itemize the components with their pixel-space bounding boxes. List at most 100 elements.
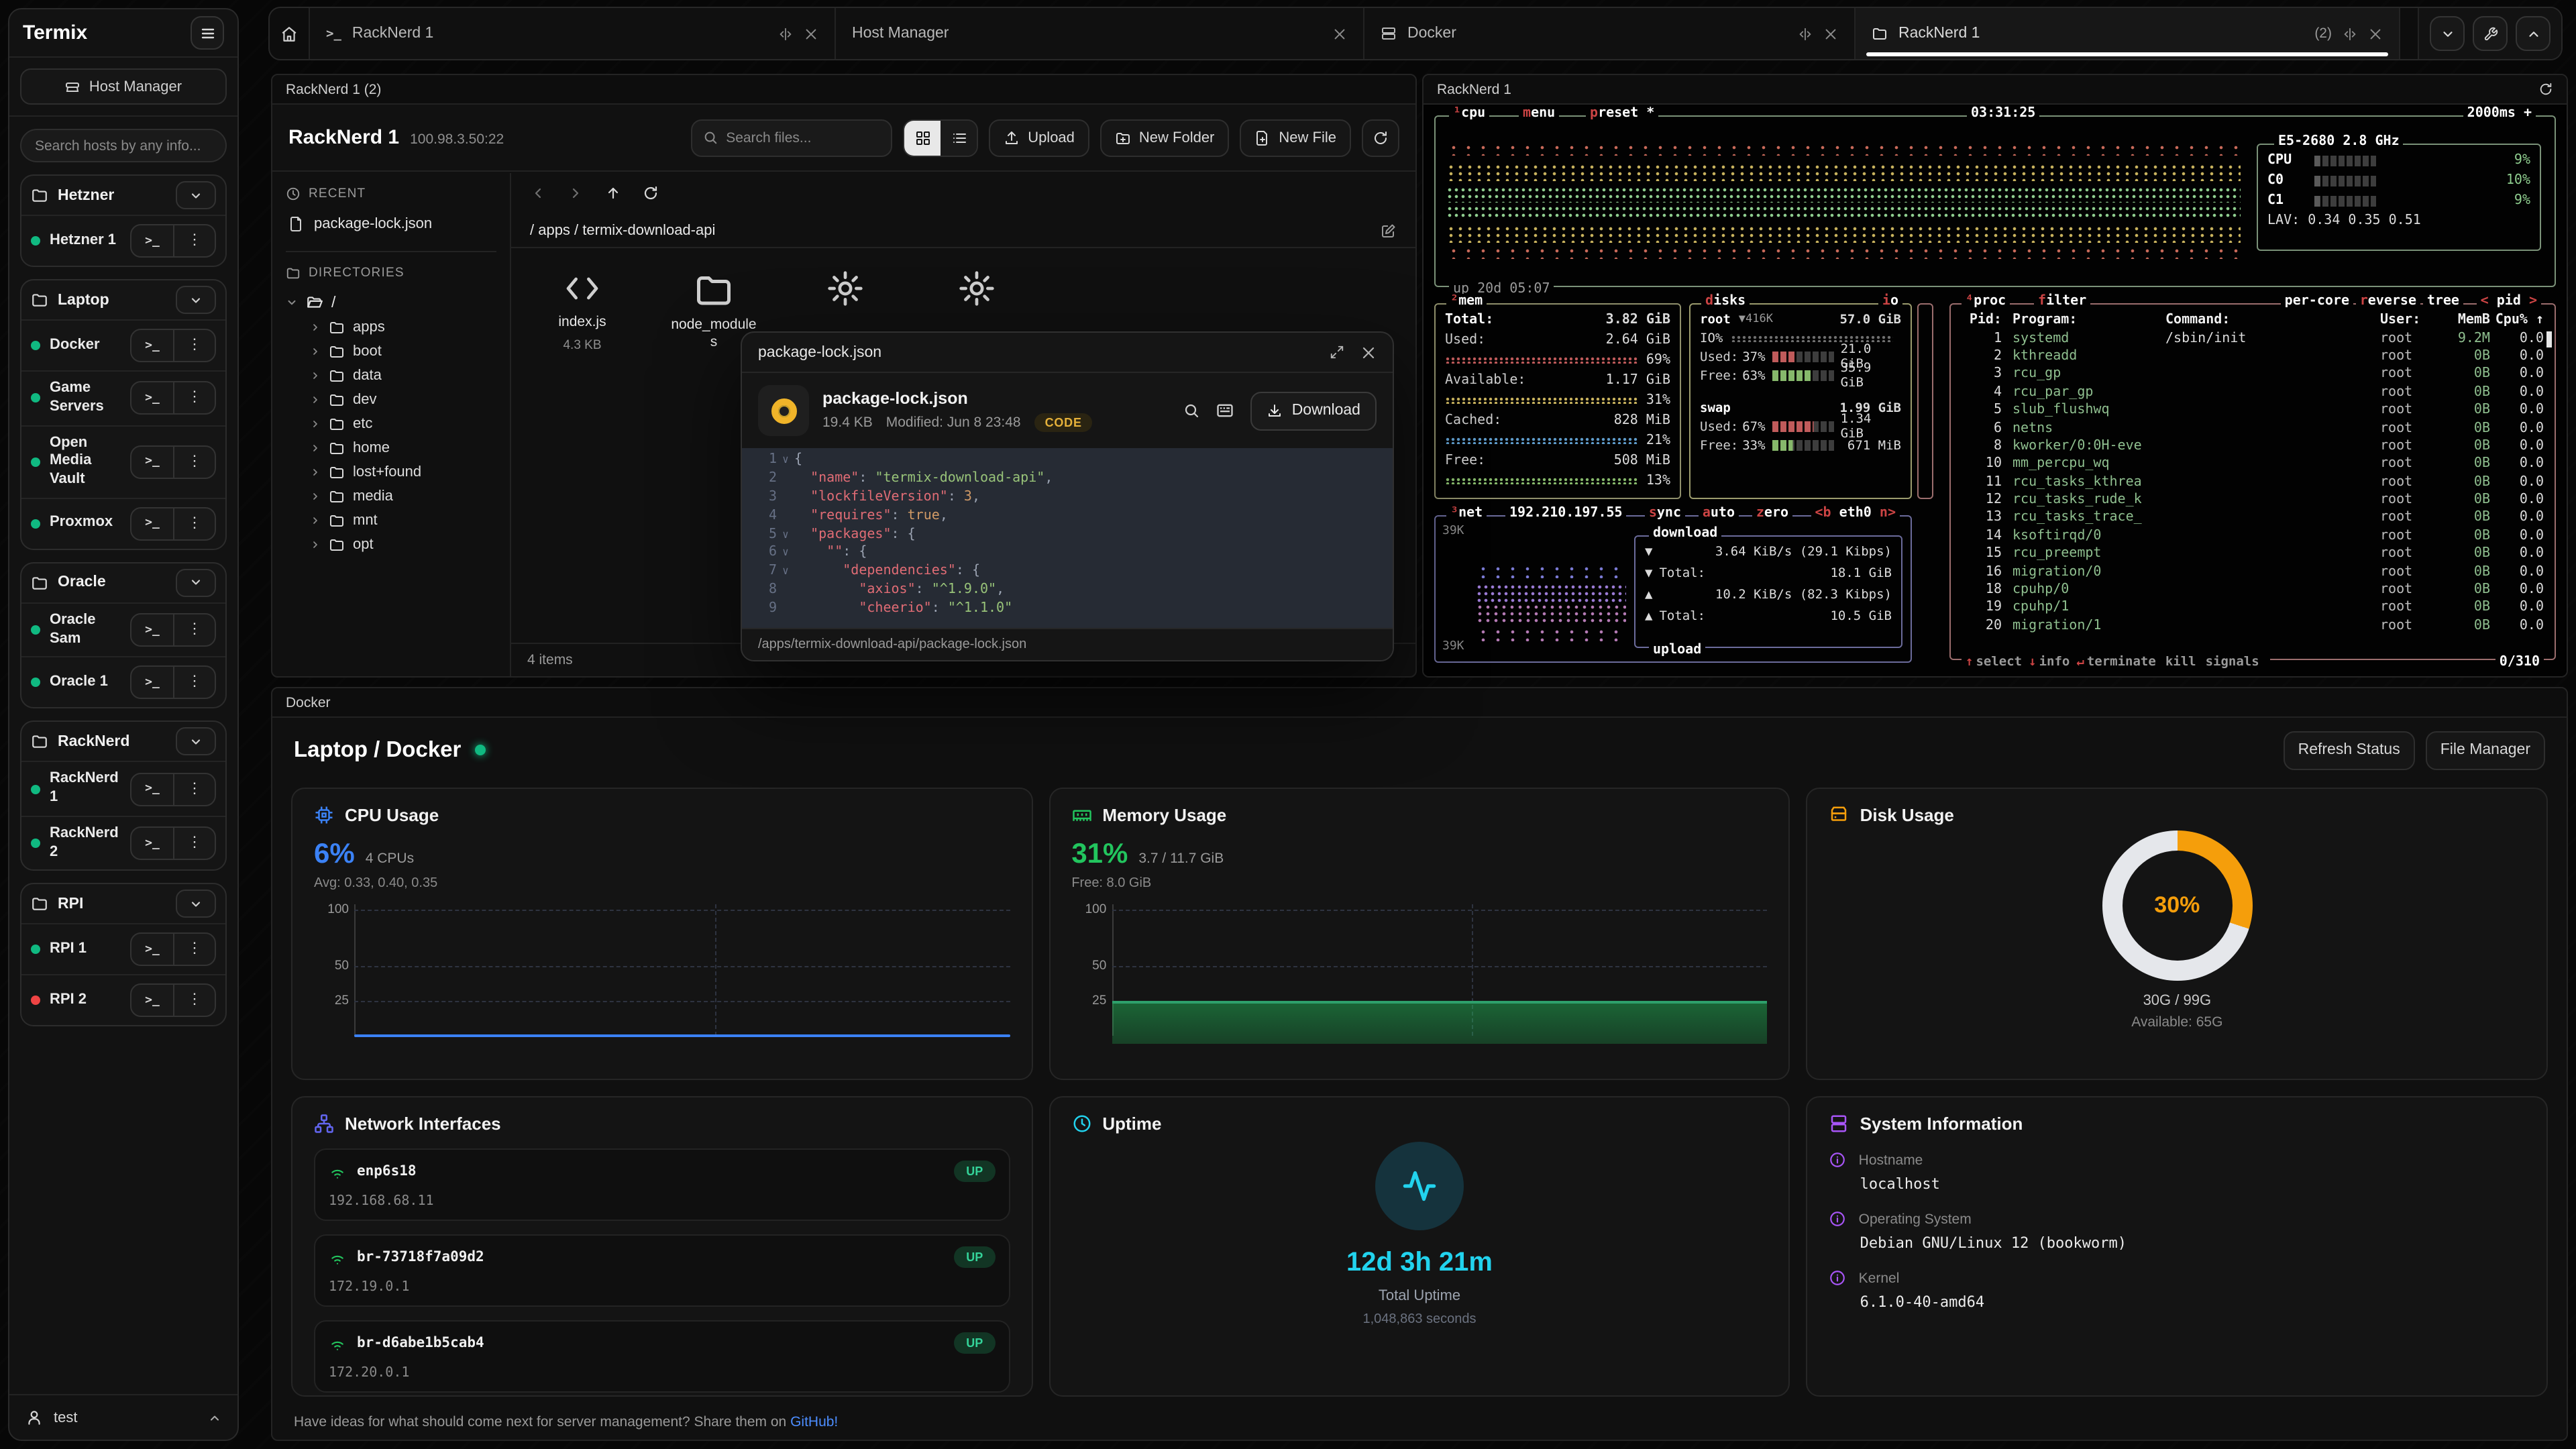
io-toggle[interactable]: io: [1878, 294, 1902, 309]
refresh-files-button[interactable]: [1362, 119, 1399, 156]
fold-arrow-icon[interactable]: ∨: [777, 565, 794, 577]
net-opt-auto[interactable]: auto: [1699, 506, 1739, 521]
host-group-header[interactable]: Laptop: [21, 280, 225, 319]
col-pid[interactable]: Pid:: [1962, 313, 2002, 327]
col-memb[interactable]: MemB: [2434, 313, 2490, 327]
nav-up-icon[interactable]: [605, 185, 621, 201]
process-row[interactable]: 12 rcu_tasks_rude_k root 0B 0.0: [1951, 491, 2555, 509]
collapse-panel-button[interactable]: [2430, 16, 2465, 51]
host-more-button[interactable]: ⋮: [173, 614, 215, 645]
chevron-right-icon[interactable]: [310, 419, 321, 429]
host-more-button[interactable]: ⋮: [173, 828, 215, 859]
tools-button[interactable]: [2473, 16, 2508, 51]
list-view-button[interactable]: [941, 120, 977, 155]
group-collapse-button[interactable]: [176, 286, 216, 314]
chevron-right-icon[interactable]: [310, 394, 321, 405]
file-tile[interactable]: index.js 4.3 KB: [530, 270, 635, 359]
fold-arrow-icon[interactable]: ∨: [777, 528, 794, 540]
close-icon[interactable]: [1332, 26, 1347, 41]
open-terminal-button[interactable]: >_: [131, 446, 173, 477]
btop-preset[interactable]: preset *: [1586, 106, 1658, 121]
tab-host-manager[interactable]: Host Manager: [836, 8, 1364, 59]
expand-panel-button[interactable]: [2516, 16, 2551, 51]
nav-back-icon[interactable]: [530, 185, 546, 201]
close-icon[interactable]: [1823, 26, 1838, 41]
tab-racknerd1-files[interactable]: RackNerd 1 (2): [1856, 8, 2400, 59]
tree-folder-row[interactable]: lost+found: [286, 460, 496, 484]
sidebar-menu-button[interactable]: [191, 16, 224, 50]
process-row[interactable]: 3 rcu_gp root 0B 0.0: [1951, 365, 2555, 383]
host-more-button[interactable]: ⋮: [173, 446, 215, 477]
fold-arrow-icon[interactable]: ∨: [777, 454, 794, 466]
process-row[interactable]: 4 rcu_par_gp root 0B 0.0: [1951, 383, 2555, 401]
new-file-button[interactable]: New File: [1240, 119, 1351, 156]
proc-key-label[interactable]: info: [2039, 655, 2070, 669]
proc-key-label[interactable]: kill: [2165, 655, 2196, 669]
host-row[interactable]: RPI 2 >_ ⋮: [21, 975, 225, 1026]
upload-button[interactable]: Upload: [989, 119, 1089, 156]
pid-next[interactable]: >: [2529, 294, 2537, 309]
group-collapse-button[interactable]: [176, 728, 216, 756]
tab-docker[interactable]: Docker: [1364, 8, 1856, 59]
tree-folder-row[interactable]: mnt: [286, 508, 496, 533]
open-terminal-button[interactable]: >_: [131, 330, 173, 361]
host-row[interactable]: Proxmox >_ ⋮: [21, 498, 225, 549]
breadcrumb[interactable]: / apps / termix-download-api: [530, 222, 715, 238]
reconnect-icon[interactable]: [2538, 82, 2553, 97]
recent-file-item[interactable]: package-lock.json: [286, 211, 496, 237]
open-terminal-button[interactable]: >_: [131, 667, 173, 698]
download-button[interactable]: Download: [1250, 391, 1377, 430]
process-row[interactable]: 16 migration/0 root 0B 0.0: [1951, 563, 2555, 581]
process-row[interactable]: 6 netns root 0B 0.0: [1951, 419, 2555, 437]
proc-opt-per-core[interactable]: per-core: [2281, 294, 2353, 309]
process-row[interactable]: 1 systemd /sbin/init root 9.2M 0.0: [1951, 329, 2555, 347]
chevron-right-icon[interactable]: [310, 346, 321, 357]
chevron-right-icon[interactable]: [310, 515, 321, 526]
open-terminal-button[interactable]: >_: [131, 508, 173, 539]
process-row[interactable]: 15 rcu_preempt root 0B 0.0: [1951, 545, 2555, 563]
terminal-screen[interactable]: ¹cpu menu preset * 03:31:25 2000ms + E5-…: [1424, 105, 2567, 676]
grid-view-button[interactable]: [904, 120, 941, 155]
net-opt-zero[interactable]: zero: [1752, 506, 1792, 521]
new-folder-button[interactable]: New Folder: [1100, 119, 1230, 156]
open-terminal-button[interactable]: >_: [131, 828, 173, 859]
tab-racknerd1-terminal[interactable]: >_ RackNerd 1: [310, 8, 836, 59]
split-view-icon[interactable]: [778, 26, 793, 41]
process-row[interactable]: 19 cpuhp/1 root 0B 0.0: [1951, 599, 2555, 617]
host-row[interactable]: Docker >_ ⋮: [21, 319, 225, 370]
host-more-button[interactable]: ⋮: [173, 383, 215, 414]
chevron-right-icon[interactable]: [310, 322, 321, 333]
tree-folder-row[interactable]: media: [286, 484, 496, 508]
network-interface-row[interactable]: enp6s18 UP 192.168.68.11: [314, 1148, 1010, 1221]
sidebar-user-footer[interactable]: test: [9, 1394, 237, 1440]
group-collapse-button[interactable]: [176, 181, 216, 209]
col-command[interactable]: Command:: [2165, 313, 2380, 327]
host-more-button[interactable]: ⋮: [173, 934, 215, 965]
net-opt-sync[interactable]: sync: [1645, 506, 1685, 521]
close-icon[interactable]: [804, 26, 818, 41]
host-group-header[interactable]: RPI: [21, 885, 225, 924]
proc-key-label[interactable]: terminate: [2087, 655, 2156, 669]
host-group-header[interactable]: Hetzner: [21, 176, 225, 215]
nav-refresh-icon[interactable]: [643, 185, 659, 201]
tree-folder-row[interactable]: apps: [286, 315, 496, 339]
host-row[interactable]: RackNerd 1 >_ ⋮: [21, 761, 225, 816]
close-icon[interactable]: [2368, 26, 2383, 41]
host-row[interactable]: Hetzner 1 >_ ⋮: [21, 215, 225, 266]
process-row[interactable]: 18 cpuhp/0 root 0B 0.0: [1951, 581, 2555, 599]
network-interface-row[interactable]: br-73718f7a09d2 UP 172.19.0.1: [314, 1234, 1010, 1307]
host-more-button[interactable]: ⋮: [173, 667, 215, 698]
host-row[interactable]: RackNerd 2 >_ ⋮: [21, 816, 225, 870]
host-more-button[interactable]: ⋮: [173, 330, 215, 361]
process-row[interactable]: 11 rcu_tasks_kthrea root 0B 0.0: [1951, 473, 2555, 491]
file-search[interactable]: [691, 119, 892, 156]
tree-folder-row[interactable]: dev: [286, 388, 496, 412]
process-row[interactable]: 5 slub_flushwq root 0B 0.0: [1951, 401, 2555, 419]
host-row[interactable]: Game Servers >_ ⋮: [21, 370, 225, 425]
col-user[interactable]: User:: [2380, 313, 2434, 327]
host-more-button[interactable]: ⋮: [173, 773, 215, 804]
tree-folder-row[interactable]: data: [286, 364, 496, 388]
group-collapse-button[interactable]: [176, 890, 216, 918]
host-row[interactable]: Oracle 1 >_ ⋮: [21, 657, 225, 708]
host-row[interactable]: Open Media Vault >_ ⋮: [21, 425, 225, 498]
